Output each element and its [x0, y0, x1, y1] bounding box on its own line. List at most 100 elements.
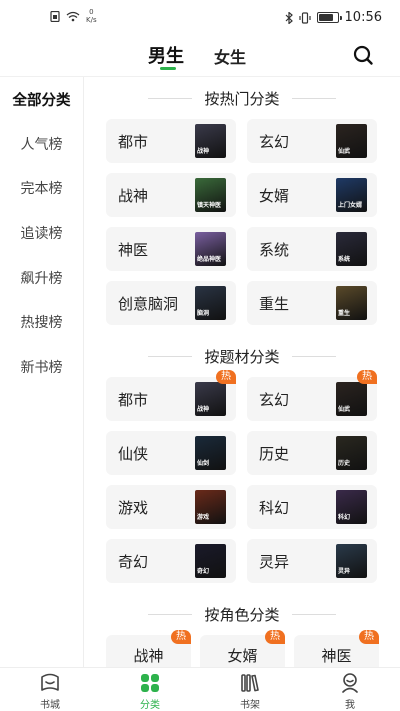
category-card[interactable]: 女婿 上门女婿 — [247, 173, 377, 217]
cover-text: 上门女婿 — [338, 202, 363, 209]
title-line-left — [148, 613, 193, 615]
nav-profile[interactable]: 我 — [300, 668, 400, 711]
cover-text: 战神 — [197, 406, 210, 413]
grid-hot: 都市 战神 玄幻 仙武 战神 镇天神医 女婿 上门女婿 神医 绝品神医 系统 系… — [106, 119, 380, 325]
category-label: 历史 — [259, 444, 290, 463]
section-title-hot: 按热门分类 — [84, 87, 400, 109]
cover-text: 镇天神医 — [197, 202, 222, 209]
category-label: 灵异 — [259, 552, 290, 571]
hot-badge: 热 — [171, 630, 191, 644]
category-content: 按热门分类 都市 战神 玄幻 仙武 战神 镇天神医 女婿 上门女婿 神医 绝品神… — [84, 77, 400, 667]
sidebar-item-all[interactable]: 全部分类 — [0, 77, 83, 122]
nav-bookshelf[interactable]: 书架 — [200, 668, 300, 711]
sidebar-item-new-books[interactable]: 新书榜 — [0, 345, 83, 390]
cover-text: 历史 — [338, 460, 351, 467]
sidebar-item-popular[interactable]: 人气榜 — [0, 122, 83, 167]
cover-text: 灵异 — [338, 568, 351, 575]
sidebar-item-following[interactable]: 追读榜 — [0, 211, 83, 256]
cover-text: 战神 — [197, 148, 210, 155]
sidebar-item-hot-search[interactable]: 热搜榜 — [0, 300, 83, 345]
clock: 10:56 — [344, 10, 382, 25]
category-card[interactable]: 都市 战神 — [106, 119, 236, 163]
category-card[interactable]: 神医 绝品神医 — [106, 227, 236, 271]
hot-badge: 热 — [265, 630, 285, 644]
category-label: 仙侠 — [118, 444, 149, 463]
category-label: 玄幻 — [259, 132, 290, 151]
cover-text: 脑洞 — [197, 310, 210, 317]
category-card[interactable]: 游戏 游戏 — [106, 485, 236, 529]
network-speed: 0 K/s — [86, 8, 97, 24]
title-line-right — [291, 355, 336, 357]
sidebar-item-completed[interactable]: 完本榜 — [0, 166, 83, 211]
cover-text: 奇幻 — [197, 568, 210, 575]
category-label: 玄幻 — [259, 390, 290, 409]
category-card[interactable]: 历史 历史 — [247, 431, 377, 475]
category-card[interactable]: 都市 战神 热 — [106, 370, 236, 421]
section-title-hot-text: 按热门分类 — [204, 89, 280, 108]
cover-text: 游戏 — [197, 514, 210, 521]
section-title-role-text: 按角色分类 — [204, 605, 280, 624]
cover-text: 仙剑 — [197, 460, 210, 467]
title-line-left — [148, 355, 193, 357]
nav-category[interactable]: 分类 — [100, 668, 200, 711]
role-label: 战神 — [133, 646, 164, 665]
category-card[interactable]: 创意脑洞 脑洞 — [106, 281, 236, 325]
tab-female[interactable]: 女生 — [214, 44, 246, 68]
cover-text: 系统 — [338, 256, 351, 263]
status-left: 0 K/s — [50, 8, 97, 24]
book-cover: 镇天神医 — [195, 178, 226, 212]
category-card[interactable]: 奇幻 奇幻 — [106, 539, 236, 583]
category-card[interactable]: 玄幻 仙武 — [247, 119, 377, 163]
title-line-right — [291, 613, 336, 615]
category-label: 神医 — [118, 240, 149, 259]
role-card-nvxu[interactable]: 女婿 热 — [200, 630, 285, 667]
role-row: 战神 热 女婿 热 神医 热 — [106, 630, 380, 667]
category-label: 女婿 — [259, 186, 290, 205]
nav-label: 分类 — [140, 700, 160, 711]
book-cover: 奇幻 — [195, 544, 226, 578]
category-label: 创意脑洞 — [118, 294, 179, 313]
category-label: 战神 — [118, 186, 149, 205]
cover-text: 绝品神医 — [197, 256, 222, 263]
role-label: 神医 — [321, 646, 352, 665]
role-label: 女婿 — [227, 646, 258, 665]
title-line-right — [291, 97, 336, 99]
nav-bookstore[interactable]: 书城 — [0, 668, 100, 711]
book-cover: 仙武 — [336, 124, 367, 158]
wifi-icon — [66, 11, 80, 21]
tab-indicator — [160, 67, 176, 70]
category-card[interactable]: 仙侠 仙剑 — [106, 431, 236, 475]
cover-text: 仙武 — [338, 406, 351, 413]
battery-level — [318, 14, 333, 21]
tab-male[interactable]: 男生 — [148, 42, 184, 68]
cover-text: 重生 — [338, 310, 351, 317]
book-cover: 战神 — [195, 382, 226, 416]
category-card[interactable]: 科幻 科幻 — [247, 485, 377, 529]
book-cover: 游戏 — [195, 490, 226, 524]
book-cover: 仙剑 — [195, 436, 226, 470]
category-card[interactable]: 玄幻 仙武 热 — [247, 370, 377, 421]
role-card-shenyi[interactable]: 神医 热 — [294, 630, 379, 667]
hot-badge: 热 — [216, 370, 236, 384]
role-card-zhanshen[interactable]: 战神 热 — [106, 630, 191, 667]
search-button[interactable] — [352, 44, 374, 66]
book-cover: 重生 — [336, 286, 367, 320]
category-card[interactable]: 灵异 灵异 — [247, 539, 377, 583]
category-icon — [141, 674, 159, 692]
profile-icon — [342, 673, 358, 693]
grid-theme: 都市 战神 热 玄幻 仙武 热 仙侠 仙剑 历史 历史 游戏 游戏 科幻 科幻 … — [106, 370, 380, 583]
sidebar-item-rising[interactable]: 飙升榜 — [0, 255, 83, 300]
category-card[interactable]: 战神 镇天神医 — [106, 173, 236, 217]
category-card[interactable]: 系统 系统 — [247, 227, 377, 271]
book-cover: 灵异 — [336, 544, 367, 578]
category-card[interactable]: 重生 重生 — [247, 281, 377, 325]
category-label: 系统 — [259, 240, 290, 259]
book-cover: 战神 — [195, 124, 226, 158]
section-title-role: 按角色分类 — [84, 603, 400, 625]
sidebar: 全部分类 人气榜 完本榜 追读榜 飙升榜 热搜榜 新书榜 — [0, 77, 84, 667]
nav-label: 书城 — [40, 700, 60, 711]
section-title-theme-text: 按题材分类 — [204, 347, 280, 366]
section-title-theme: 按题材分类 — [84, 345, 400, 367]
status-right: 10:56 — [285, 10, 382, 25]
battery-icon — [316, 12, 342, 23]
